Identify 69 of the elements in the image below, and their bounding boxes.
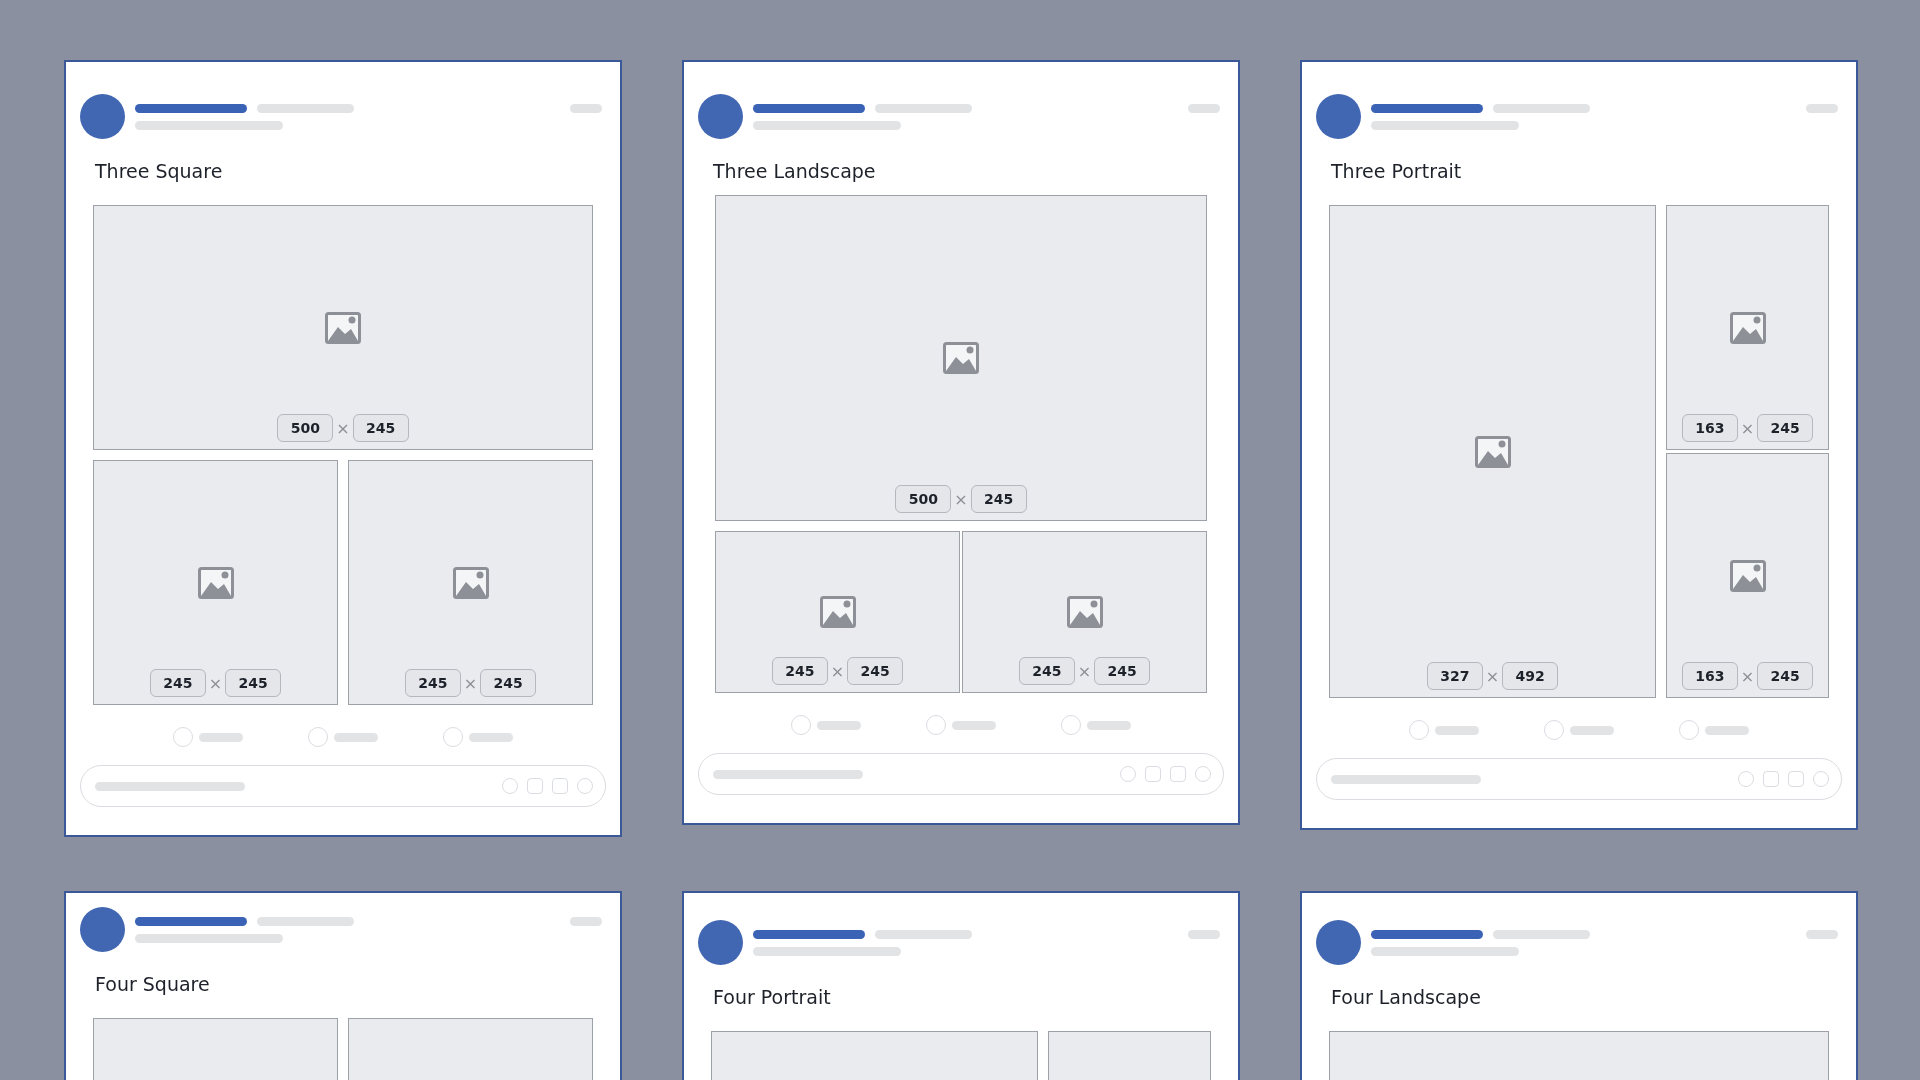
times-sign: ×	[1740, 666, 1755, 686]
reaction-placeholder	[334, 732, 378, 742]
square-icon	[1763, 771, 1779, 787]
image-icon	[943, 342, 979, 374]
times-sign: ×	[208, 673, 223, 693]
reaction-placeholder	[469, 732, 514, 742]
square-icon	[1145, 766, 1161, 782]
square-icon	[1170, 766, 1186, 782]
image-icon	[452, 566, 489, 599]
width-badge: 245	[1018, 657, 1075, 685]
height-badge: 245	[1757, 414, 1814, 442]
width-badge: 163	[1681, 662, 1738, 690]
avatar	[1316, 920, 1361, 965]
image-icon	[1066, 596, 1103, 628]
menu-placeholder	[1806, 104, 1838, 113]
reaction-placeholder	[1434, 725, 1479, 735]
avatar	[80, 94, 125, 139]
times-sign: ×	[830, 661, 845, 681]
avatar	[698, 920, 743, 965]
width-badge: 245	[771, 657, 828, 685]
width-badge: 500	[277, 414, 334, 442]
height-badge: 245	[225, 669, 282, 697]
height-badge: 245	[1757, 662, 1814, 690]
width-badge: 327	[1426, 662, 1483, 690]
height-badge: 245	[352, 414, 409, 442]
reaction-placeholder	[1570, 725, 1614, 735]
post-title: Four Square	[95, 972, 211, 996]
menu-placeholder	[1806, 930, 1838, 939]
post-title: Four Portrait	[713, 985, 832, 1009]
reaction-placeholder	[952, 720, 996, 730]
post-title: Four Landscape	[1331, 985, 1482, 1009]
avatar	[1316, 94, 1361, 139]
times-sign: ×	[1077, 661, 1092, 681]
height-badge: 245	[847, 657, 904, 685]
width-badge: 245	[149, 669, 206, 697]
square-icon	[552, 778, 568, 794]
width-badge: 245	[404, 669, 461, 697]
post-title: Three Portrait	[1331, 159, 1463, 183]
times-sign: ×	[1485, 666, 1500, 686]
image-icon	[1729, 311, 1766, 344]
square-icon	[527, 778, 543, 794]
avatar	[80, 907, 125, 952]
height-badge: 245	[1094, 657, 1151, 685]
image-icon	[819, 596, 856, 628]
height-badge: 245	[480, 669, 537, 697]
image-icon	[325, 311, 361, 344]
times-sign: ×	[954, 489, 968, 509]
width-badge: 500	[895, 485, 952, 513]
avatar	[698, 94, 743, 139]
menu-placeholder	[1188, 930, 1220, 939]
height-badge: 245	[970, 485, 1027, 513]
times-sign: ×	[463, 673, 478, 693]
menu-placeholder	[570, 104, 602, 113]
times-sign: ×	[1740, 418, 1755, 438]
reaction-placeholder	[1087, 720, 1132, 730]
image-icon	[1474, 435, 1511, 468]
reaction-placeholder	[198, 732, 243, 742]
reaction-placeholder	[1705, 725, 1750, 735]
post-title: Three Landscape	[713, 159, 877, 183]
square-icon	[1788, 771, 1804, 787]
times-sign: ×	[336, 418, 350, 438]
menu-placeholder	[1188, 104, 1220, 113]
reaction-placeholder	[816, 720, 861, 730]
image-icon	[197, 566, 234, 599]
post-title: Three Square	[95, 159, 224, 183]
height-badge: 492	[1502, 662, 1559, 690]
menu-placeholder	[570, 917, 602, 926]
width-badge: 163	[1681, 414, 1738, 442]
image-icon	[1729, 559, 1766, 592]
